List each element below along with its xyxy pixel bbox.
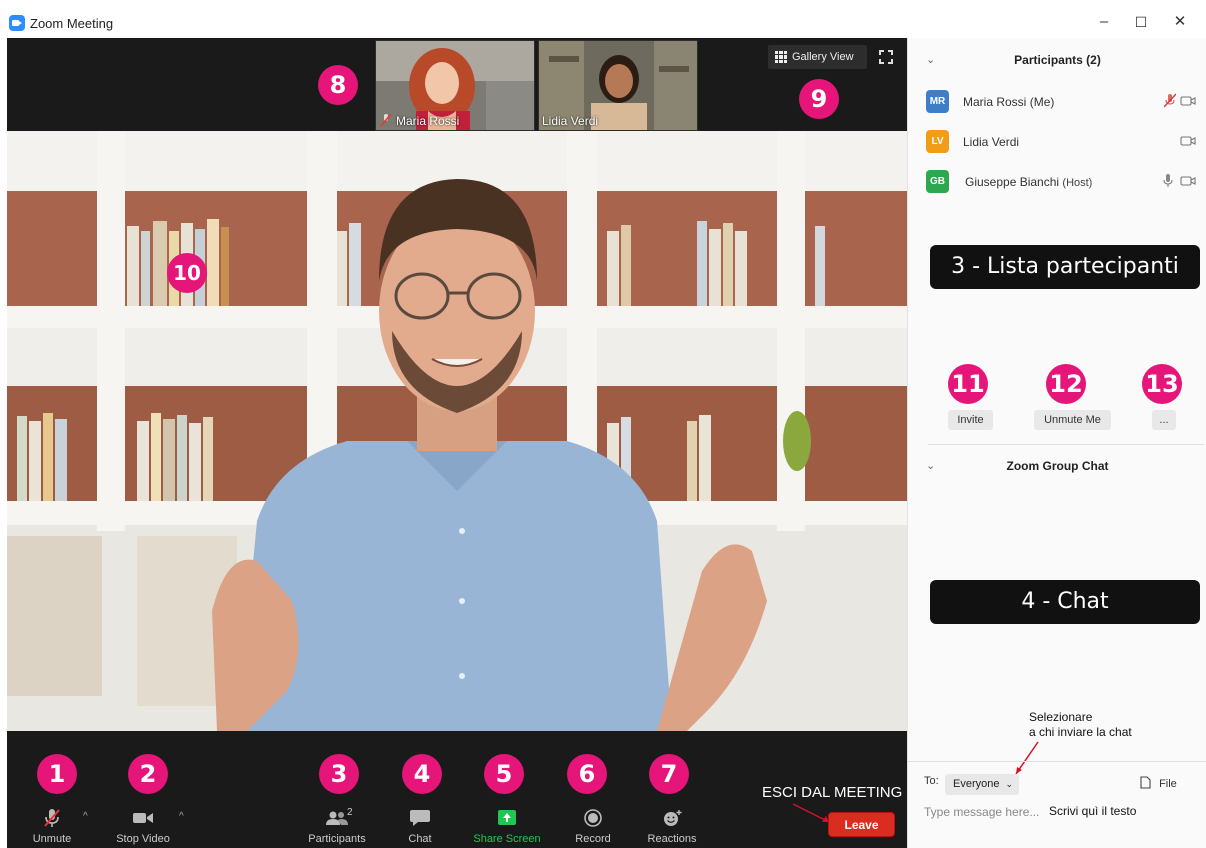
chat-label: Chat: [408, 833, 432, 845]
record-label: Record: [575, 833, 611, 845]
video-area: Maria Rossi Lidia Verdi Gallery View: [7, 38, 907, 731]
annotation-badge-2: 2: [128, 754, 168, 794]
annotation-badge-9: 9: [799, 79, 839, 119]
share-screen-icon: [498, 810, 516, 825]
leave-annotation: ESCI DAL MEETING: [762, 784, 903, 801]
participant-row[interactable]: LV Lidia Verdi: [926, 130, 1196, 154]
gallery-view-button[interactable]: Gallery View: [768, 45, 867, 69]
file-button[interactable]: File: [1140, 776, 1177, 790]
section-divider: [928, 444, 1204, 445]
fullscreen-icon[interactable]: [879, 50, 893, 64]
recipient-note-line1: Selezionare: [1029, 710, 1093, 724]
speaker-video-image: [7, 131, 907, 731]
video-thumbnail-lidia[interactable]: Lidia Verdi: [538, 40, 698, 131]
chat-annotation: 4 - Chat: [930, 580, 1200, 624]
participant-name: Maria Rossi (Me): [963, 95, 1054, 109]
record-icon: [584, 809, 602, 827]
chat-header-title: Zoom Group Chat: [1006, 459, 1109, 473]
stop-video-label: Stop Video: [116, 833, 170, 845]
title-bar: Zoom Meeting – ☐ ✕: [0, 0, 1206, 38]
annotation-badge-10: 10: [167, 253, 207, 293]
annotation-badge-5: 5: [484, 754, 524, 794]
audio-options-caret-icon[interactable]: ^: [83, 811, 88, 822]
avatar: MR: [926, 90, 949, 113]
message-input[interactable]: Type message here...: [924, 805, 1039, 819]
recipient-value: Everyone: [953, 778, 1000, 790]
annotation-badge-7: 7: [649, 754, 689, 794]
thumbnail-name: Lidia Verdi: [542, 114, 599, 128]
annotation-badge-12: 12: [1046, 364, 1086, 404]
participants-section-header[interactable]: ⌄ Participants (2): [908, 53, 1206, 83]
chat-bubble-icon: [410, 810, 430, 826]
chevron-down-icon: ⌄: [1005, 779, 1014, 789]
reactions-smiley-icon: [664, 810, 682, 826]
zoom-app-icon: [9, 15, 25, 31]
more-options-button[interactable]: ...: [1152, 410, 1176, 430]
annotation-badge-8: 8: [318, 65, 358, 105]
minimize-button[interactable]: –: [1092, 10, 1116, 34]
participant-row[interactable]: GB Giuseppe Bianchi (Host): [926, 170, 1196, 194]
share-screen-label: Share Screen: [473, 833, 541, 845]
muted-mic-icon: [381, 114, 391, 127]
sidebar: ⌄ Participants (2) MR Maria Rossi (Me) L…: [907, 38, 1206, 848]
thumbnail-strip: Maria Rossi Lidia Verdi Gallery View: [7, 38, 907, 131]
annotation-badge-13: 13: [1142, 364, 1182, 404]
unmute-me-button[interactable]: Unmute Me: [1034, 410, 1111, 430]
maximize-button[interactable]: ☐: [1129, 10, 1153, 34]
grid-icon: [775, 51, 787, 63]
annotation-badge-4: 4: [402, 754, 442, 794]
unmute-label: Unmute: [32, 833, 72, 845]
window-title: Zoom Meeting: [30, 16, 114, 31]
collapse-chevron-icon[interactable]: ⌄: [926, 459, 935, 472]
camera-icon: [1180, 136, 1196, 146]
participant-row[interactable]: MR Maria Rossi (Me): [926, 90, 1196, 114]
camera-icon: [1180, 96, 1196, 106]
close-button[interactable]: ✕: [1168, 10, 1192, 34]
participants-icon: [326, 811, 348, 825]
video-thumbnail-maria[interactable]: Maria Rossi: [375, 40, 535, 131]
message-hint: Scrivi quì il testo: [1049, 804, 1137, 818]
participant-name: Giuseppe Bianchi (Host): [965, 175, 1092, 189]
annotation-badge-6: 6: [567, 754, 607, 794]
camera-icon: [1180, 176, 1196, 186]
thumbnail-name: Maria Rossi: [396, 114, 460, 128]
participants-label: Participants: [308, 833, 366, 845]
gallery-view-label: Gallery View: [792, 51, 854, 63]
participant-name-text: Giuseppe Bianchi: [965, 175, 1060, 189]
annotation-badge-1: 1: [37, 754, 77, 794]
participant-role: (Me): [1029, 95, 1055, 109]
leave-button[interactable]: Leave: [828, 812, 895, 837]
file-label: File: [1159, 778, 1177, 790]
main-speaker-video: [7, 131, 907, 731]
muted-microphone-icon: [44, 809, 60, 827]
chat-section-header[interactable]: ⌄ Zoom Group Chat: [908, 459, 1206, 489]
participant-name: Lidia Verdi: [963, 135, 1019, 149]
avatar: LV: [926, 130, 949, 153]
participant-name-text: Lidia Verdi: [963, 135, 1020, 149]
reactions-label: Reactions: [647, 833, 697, 845]
file-icon: [1140, 776, 1151, 789]
video-camera-icon: [133, 813, 153, 823]
recipient-dropdown[interactable]: Everyone ⌄: [945, 774, 1019, 795]
participant-name-text: Maria Rossi: [963, 95, 1027, 109]
muted-mic-icon: [1164, 93, 1176, 108]
collapse-chevron-icon[interactable]: ⌄: [926, 53, 935, 66]
recipient-note-line2: a chi inviare la chat: [1029, 725, 1132, 739]
invite-button[interactable]: Invite: [948, 410, 993, 430]
participant-role: (Host): [1062, 177, 1093, 189]
participants-list-annotation: 3 - Lista partecipanti: [930, 245, 1200, 289]
annotation-badge-11: 11: [948, 364, 988, 404]
participants-header-title: Participants (2): [1014, 53, 1101, 67]
chat-input-divider: [908, 761, 1206, 762]
video-options-caret-icon[interactable]: ^: [179, 811, 184, 822]
participants-count: 2: [347, 807, 353, 818]
recipient-note: Selezionare a chi inviare la chat: [1029, 710, 1132, 740]
to-label: To:: [924, 775, 939, 787]
avatar: GB: [926, 170, 949, 193]
microphone-icon: [1163, 174, 1173, 187]
annotation-badge-3: 3: [319, 754, 359, 794]
